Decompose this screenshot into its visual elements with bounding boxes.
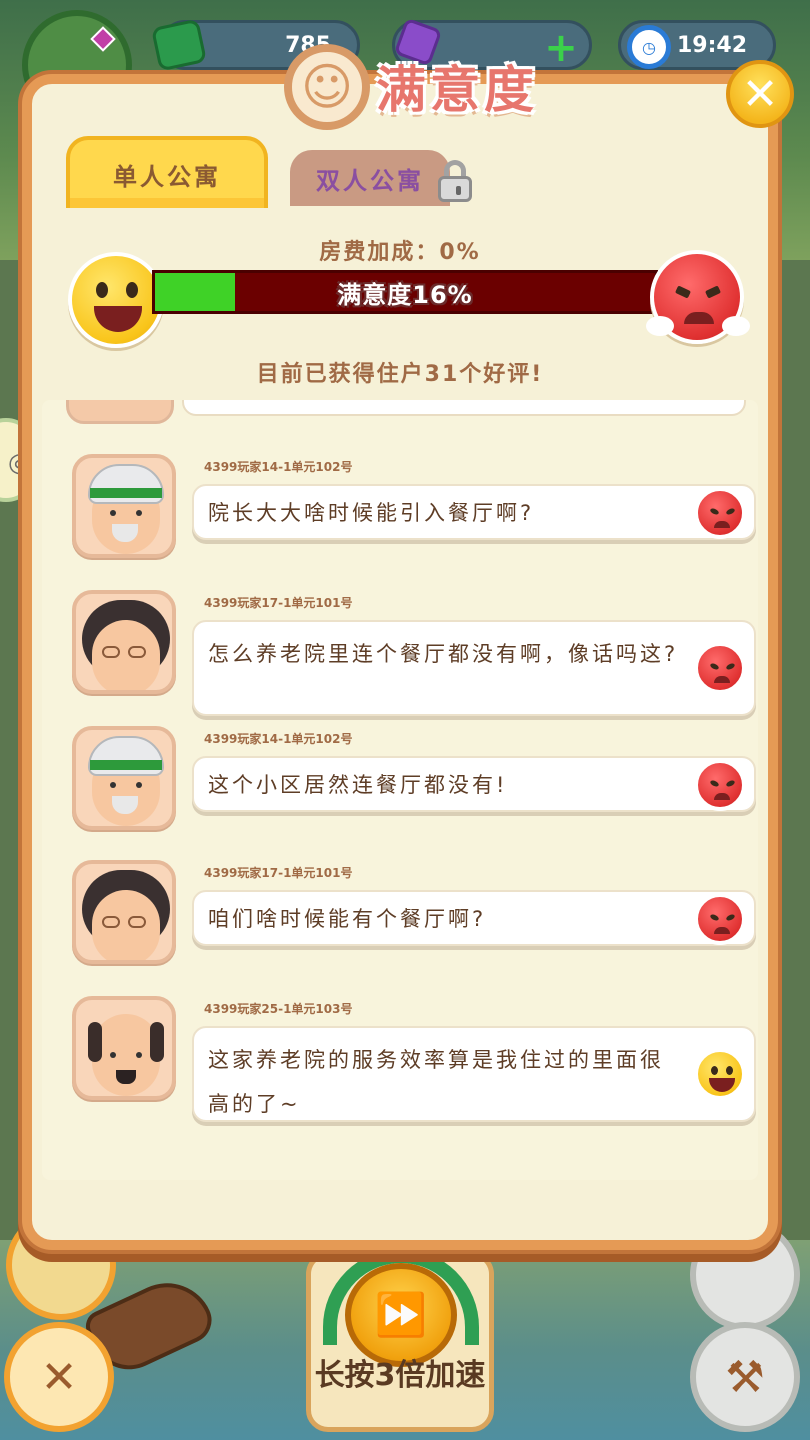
happy-face-icon xyxy=(694,1048,746,1100)
message-bubble: 咱们啥时候能有个餐厅啊? xyxy=(192,890,756,946)
satisfaction-modal: ☺ 满意度 ✕ 单人公寓 双人公寓 房费加成：0% 满意度16% 目前已获得住户… xyxy=(22,44,794,1250)
message-text: 这家养老院的服务效率算是我住过的里面很高的了~ xyxy=(208,1048,664,1116)
avatar xyxy=(72,860,176,964)
message-text: 怎么养老院里连个餐厅都没有啊，像话吗这? xyxy=(208,642,679,666)
happy-face-icon xyxy=(68,252,164,348)
tools-icon: ✕ xyxy=(40,1351,78,1403)
avatar xyxy=(72,996,176,1100)
close-button[interactable]: ✕ xyxy=(726,60,794,128)
modal-title-text: 满意度 xyxy=(376,61,538,119)
fast-forward-icon: ⏩ xyxy=(374,1290,428,1339)
modal-title: ☺ 满意度 xyxy=(284,44,584,140)
level-gem-icon xyxy=(90,26,116,52)
review-list[interactable]: 4399玩家14-1单元102号 院长大大啥时候能引入餐厅啊? 4399玩家17… xyxy=(42,400,758,1180)
avatar xyxy=(72,454,176,558)
fast-forward-button[interactable]: ⏩ xyxy=(345,1263,457,1367)
hammer-button[interactable]: ⚒ xyxy=(690,1322,800,1432)
speed-label: 长按3倍加速 xyxy=(314,1358,486,1393)
sender-name: 4399玩家25-1单元103号 xyxy=(204,1002,353,1016)
angry-face-icon xyxy=(694,893,746,945)
message-bubble: 院长大大啥时候能引入餐厅啊? xyxy=(192,484,756,540)
satisfaction-bar: 满意度16% xyxy=(152,270,658,314)
angry-face-icon xyxy=(694,487,746,539)
sender-name: 4399玩家14-1单元102号 xyxy=(204,460,353,474)
sender-name: 4399玩家14-1单元102号 xyxy=(204,732,353,746)
angry-face-icon xyxy=(646,250,750,344)
review-count-text: 目前已获得住户31个好评! xyxy=(256,362,544,387)
close-icon: ✕ xyxy=(741,68,779,120)
avatar xyxy=(72,726,176,830)
tab-single-apartment[interactable]: 单人公寓 xyxy=(66,136,268,208)
sender-name: 4399玩家17-1单元101号 xyxy=(204,866,353,880)
message-bubble: 怎么养老院里连个餐厅都没有啊，像话吗这? xyxy=(192,620,756,716)
hammer-icon: ⚒ xyxy=(725,1351,765,1403)
message-text: 院长大大啥时候能引入餐厅啊? xyxy=(208,501,535,525)
lock-icon xyxy=(434,160,476,202)
message-text: 咱们啥时候能有个餐厅啊? xyxy=(208,907,487,931)
smiley-title-icon: ☺ xyxy=(284,44,370,130)
sender-name: 4399玩家17-1单元101号 xyxy=(204,596,353,610)
time-value: 19:42 xyxy=(676,33,747,58)
tools-button[interactable]: ✕ xyxy=(4,1322,114,1432)
speed-up-panel[interactable]: ⏩ 长按3倍加速 xyxy=(306,1249,494,1432)
clock-icon: ◷ xyxy=(627,25,671,69)
avatar xyxy=(72,590,176,694)
message-bubble: 这家养老院的服务效率算是我住过的里面很高的了~ xyxy=(192,1026,756,1122)
tab-single-label: 单人公寓 xyxy=(113,162,221,191)
tab-double-label: 双人公寓 xyxy=(316,166,424,195)
avatar xyxy=(66,400,174,424)
partial-message-bubble xyxy=(182,400,746,416)
message-text: 这个小区居然连餐厅都没有! xyxy=(208,773,508,797)
message-bubble: 这个小区居然连餐厅都没有! xyxy=(192,756,756,812)
angry-face-icon xyxy=(694,759,746,811)
money-icon xyxy=(150,18,208,72)
angry-face-icon xyxy=(694,642,746,694)
tab-double-apartment[interactable]: 双人公寓 xyxy=(290,150,450,206)
satisfaction-label: 满意度16% xyxy=(337,280,473,309)
